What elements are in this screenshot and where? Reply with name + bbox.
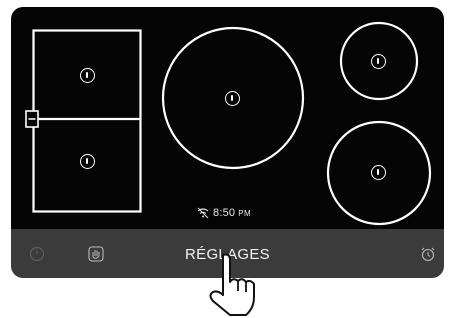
power-icon-bridge-bottom[interactable]	[80, 154, 95, 169]
clock-meridiem: PM	[238, 208, 252, 218]
power-icon-medium-burner[interactable]	[371, 165, 386, 180]
clock-time: 8:50	[213, 207, 236, 219]
wifi-off-icon	[197, 207, 209, 219]
power-icon-small-burner[interactable]	[371, 54, 386, 69]
bridge-zone[interactable]	[11, 7, 444, 229]
power-icon-large-burner[interactable]	[225, 91, 240, 106]
clock-status: 8:50 PM	[196, 206, 251, 220]
cooktop-surface: 8:50 PM	[11, 7, 444, 229]
pointing-hand-icon	[209, 253, 255, 316]
power-icon-bridge-top[interactable]	[80, 68, 95, 83]
alarm-clock-icon[interactable]	[420, 246, 436, 262]
